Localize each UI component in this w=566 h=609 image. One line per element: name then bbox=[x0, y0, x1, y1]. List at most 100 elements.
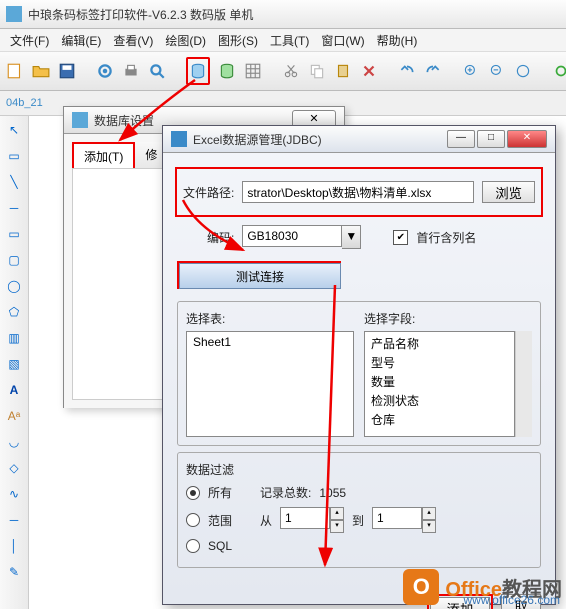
list-item[interactable]: Sheet1 bbox=[191, 334, 349, 350]
menu-help[interactable]: 帮助(H) bbox=[373, 30, 422, 51]
list-item[interactable]: 型号 bbox=[369, 353, 510, 372]
eyedrop-icon[interactable]: ✎ bbox=[4, 562, 24, 582]
menu-window[interactable]: 窗口(W) bbox=[317, 30, 368, 51]
polygon-icon[interactable]: ⬠ bbox=[4, 302, 24, 322]
line-icon[interactable]: ╲ bbox=[4, 172, 24, 192]
menu-file[interactable]: 文件(F) bbox=[6, 30, 53, 51]
vline-icon[interactable]: │ bbox=[4, 536, 24, 556]
spin-down-icon[interactable]: ▾ bbox=[422, 520, 436, 533]
list-item[interactable]: 检测状态 bbox=[369, 391, 510, 410]
text-icon[interactable]: A bbox=[4, 380, 24, 400]
database-icon[interactable] bbox=[186, 57, 210, 85]
menu-edit[interactable]: 编辑(E) bbox=[57, 30, 105, 51]
grid-icon[interactable] bbox=[244, 60, 262, 82]
cut-icon[interactable] bbox=[282, 60, 300, 82]
app-window: 中琅条码标签打印软件-V6.2.3 数码版 单机 文件(F) 编辑(E) 查看(… bbox=[0, 0, 566, 609]
from-input[interactable] bbox=[280, 507, 330, 529]
select-field-col: 选择字段: 产品名称 型号 数量 检测状态 仓库 bbox=[364, 310, 532, 437]
spin-up-icon[interactable]: ▴ bbox=[330, 507, 344, 520]
select-icon[interactable]: ▭ bbox=[4, 146, 24, 166]
database-refresh-icon[interactable] bbox=[218, 60, 236, 82]
barcode-icon[interactable]: ▥ bbox=[4, 328, 24, 348]
dialog-titlebar[interactable]: Excel数据源管理(JDBC) — □ ✕ bbox=[163, 126, 555, 153]
left-toolbar: ↖ ▭ ╲ ─ ▭ ▢ ◯ ⬠ ▥ ▧ A Aᵃ ◡ ◇ ∿ ─ │ ✎ bbox=[0, 116, 29, 609]
from-label: 从 bbox=[260, 512, 272, 529]
spin-down-icon[interactable]: ▾ bbox=[330, 520, 344, 533]
to-label: 到 bbox=[352, 512, 364, 529]
menu-tools[interactable]: 工具(T) bbox=[266, 30, 313, 51]
spin-up-icon[interactable]: ▴ bbox=[422, 507, 436, 520]
encoding-value[interactable] bbox=[242, 225, 342, 247]
undo-icon[interactable] bbox=[398, 60, 416, 82]
test-button-wrap: 测试连接 bbox=[177, 261, 541, 289]
arc-icon[interactable]: ◡ bbox=[4, 432, 24, 452]
zoom-fit-icon[interactable] bbox=[514, 60, 532, 82]
dialog-body: 文件路径: 浏览 编码: ▼ ✔ 首行含列名 测试连接 bbox=[163, 153, 555, 586]
diamond-icon[interactable]: ◇ bbox=[4, 458, 24, 478]
path-input[interactable] bbox=[242, 181, 474, 203]
redo-icon[interactable] bbox=[424, 60, 442, 82]
tab-label[interactable]: 04b_21 bbox=[6, 97, 43, 109]
filter-section: 数据过滤 所有 记录总数: 1055 范围 从 ▴▾ bbox=[177, 452, 541, 568]
radio-range-label: 范围 bbox=[208, 512, 232, 529]
radio-all[interactable] bbox=[186, 486, 200, 500]
radio-range[interactable] bbox=[186, 513, 200, 527]
refresh-icon[interactable] bbox=[552, 60, 566, 82]
encoding-row: 编码: ▼ ✔ 首行含列名 bbox=[207, 225, 541, 249]
from-spinner[interactable]: ▴▾ bbox=[280, 507, 344, 533]
filter-sql-row: SQL bbox=[186, 539, 532, 553]
hline-icon[interactable]: ─ bbox=[4, 510, 24, 530]
first-row-checkbox[interactable]: ✔ bbox=[393, 230, 408, 245]
ellipse-icon[interactable]: ◯ bbox=[4, 276, 24, 296]
field-listbox[interactable]: 产品名称 型号 数量 检测状态 仓库 bbox=[364, 331, 515, 437]
table-listbox[interactable]: Sheet1 bbox=[186, 331, 354, 437]
richtext-icon[interactable]: Aᵃ bbox=[4, 406, 24, 426]
new-icon[interactable] bbox=[6, 60, 24, 82]
list-item[interactable]: 仓库 bbox=[369, 410, 510, 429]
list-item[interactable]: 产品名称 bbox=[369, 334, 510, 353]
filter-range-row: 范围 从 ▴▾ 到 ▴▾ bbox=[186, 507, 532, 533]
menu-graphics[interactable]: 图形(S) bbox=[214, 30, 262, 51]
watermark-url: www.office26.com bbox=[464, 593, 561, 607]
filter-all-row: 所有 记录总数: 1055 bbox=[186, 484, 532, 501]
open-icon[interactable] bbox=[32, 60, 50, 82]
encoding-select[interactable]: ▼ bbox=[242, 225, 361, 249]
maximize-button[interactable]: □ bbox=[477, 130, 505, 148]
paste-icon[interactable] bbox=[334, 60, 352, 82]
minimize-button[interactable]: — bbox=[447, 130, 475, 148]
line2-icon[interactable]: ─ bbox=[4, 198, 24, 218]
first-row-label: 首行含列名 bbox=[416, 229, 476, 246]
print-icon[interactable] bbox=[122, 60, 140, 82]
gear-icon[interactable] bbox=[96, 60, 114, 82]
menubar: 文件(F) 编辑(E) 查看(V) 绘图(D) 图形(S) 工具(T) 窗口(W… bbox=[0, 29, 566, 52]
close-button[interactable]: ✕ bbox=[507, 130, 547, 148]
delete-icon[interactable] bbox=[360, 60, 378, 82]
excel-icon bbox=[171, 131, 187, 147]
rect-icon[interactable]: ▭ bbox=[4, 224, 24, 244]
select-field-label: 选择字段: bbox=[364, 312, 415, 326]
table-field-section: 选择表: Sheet1 选择字段: 产品名称 型号 数量 检测状态 仓库 bbox=[177, 301, 541, 446]
image-icon[interactable]: ▧ bbox=[4, 354, 24, 374]
excel-datasource-dialog: Excel数据源管理(JDBC) — □ ✕ 文件路径: 浏览 编码: bbox=[162, 125, 556, 605]
copy-icon[interactable] bbox=[308, 60, 326, 82]
zoom-in-icon[interactable] bbox=[462, 60, 480, 82]
test-connection-button[interactable]: 测试连接 bbox=[177, 261, 341, 289]
to-spinner[interactable]: ▴▾ bbox=[372, 507, 436, 533]
menu-view[interactable]: 查看(V) bbox=[109, 30, 157, 51]
chevron-down-icon[interactable]: ▼ bbox=[342, 225, 361, 249]
pointer-icon[interactable]: ↖ bbox=[4, 120, 24, 140]
filter-label: 数据过滤 bbox=[186, 463, 234, 477]
radio-sql[interactable] bbox=[186, 539, 200, 553]
zoom-out-icon[interactable] bbox=[488, 60, 506, 82]
preview-icon[interactable] bbox=[148, 60, 166, 82]
save-icon[interactable] bbox=[58, 60, 76, 82]
scrollbar[interactable] bbox=[515, 331, 532, 437]
tab-add[interactable]: 添加(T) bbox=[72, 142, 135, 168]
list-item[interactable]: 数量 bbox=[369, 372, 510, 391]
browse-button[interactable]: 浏览 bbox=[482, 181, 535, 203]
menu-draw[interactable]: 绘图(D) bbox=[161, 30, 210, 51]
curve-icon[interactable]: ∿ bbox=[4, 484, 24, 504]
roundrect-icon[interactable]: ▢ bbox=[4, 250, 24, 270]
record-count-label: 记录总数: bbox=[260, 484, 311, 501]
to-input[interactable] bbox=[372, 507, 422, 529]
